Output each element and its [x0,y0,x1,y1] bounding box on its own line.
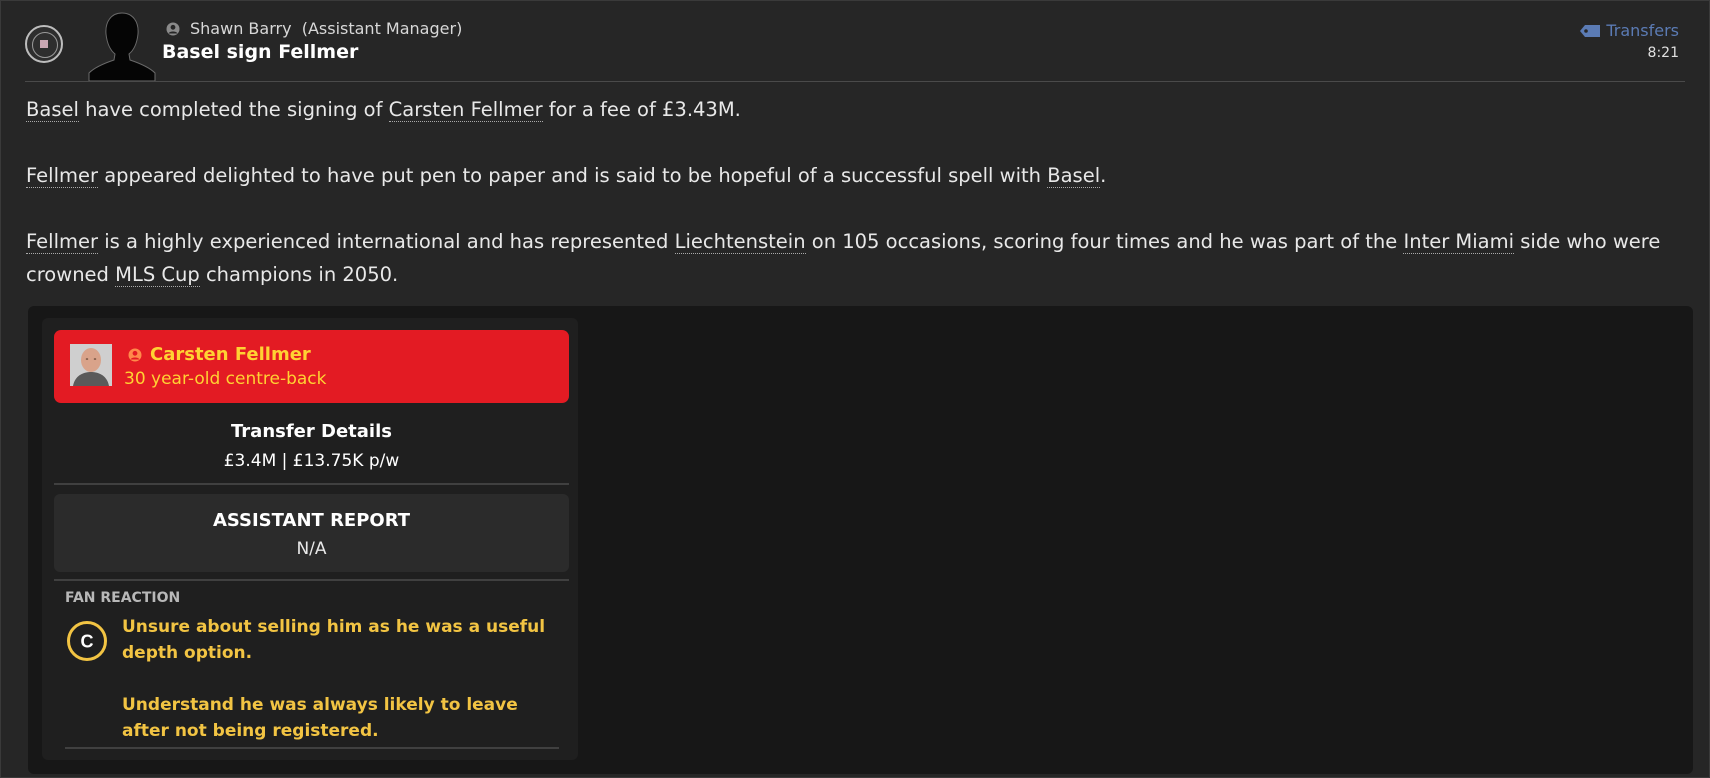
article-text: . [1100,164,1107,187]
fan-reaction-line: Understand he was always likely to leave… [122,695,518,741]
sender-name[interactable]: Shawn Barry (Assistant Manager) [190,19,462,38]
club-link-basel[interactable]: Basel [26,98,79,122]
news-headline: Basel sign Fellmer [162,41,359,63]
assistant-report-title: ASSISTANT REPORT [212,510,411,531]
fan-reaction-line: Unsure about selling him as he was a use… [122,617,546,663]
player-description: 30 year-old centre-back [124,369,327,389]
article-text: for a fee of £3.43M. [542,98,741,121]
transfer-card: Carsten Fellmer 30 year-old centre-back … [42,318,578,760]
person-icon [128,348,142,362]
article-text: have completed the signing of [78,98,389,121]
article-text: champions in 2050. [199,263,399,286]
divider [54,483,569,485]
fan-grade-letter: C [81,632,94,652]
transfer-panel: Carsten Fellmer 30 year-old centre-back … [28,306,1693,774]
club-link-inter-miami[interactable]: Inter Miami [1403,230,1515,254]
staff-silhouette-icon[interactable] [87,11,157,81]
player-name[interactable]: Carsten Fellmer [150,344,311,365]
assistant-report-value: N/A [296,539,327,559]
assistant-report-box: ASSISTANT REPORT N/A [54,494,569,572]
article-text: on 105 occasions, scoring four times and… [805,230,1404,253]
nation-link-liechtenstein[interactable]: Liechtenstein [674,230,806,254]
news-time: 8:21 [1647,45,1679,61]
transfer-details-value: £3.4M | £13.75K p/w [223,451,400,471]
divider [65,747,559,749]
transfer-details-title: Transfer Details [231,421,392,442]
article-paragraph: Fellmer appeared delighted to have put p… [26,159,1676,192]
club-badge-icon[interactable] [25,25,63,63]
person-icon [166,22,180,36]
competition-link-mls-cup[interactable]: MLS Cup [115,263,200,287]
club-link-basel[interactable]: Basel [1047,164,1101,188]
player-link-fellmer[interactable]: Carsten Fellmer [388,98,543,122]
player-link-fellmer[interactable]: Fellmer [26,230,98,254]
category-label: Transfers [1606,21,1679,40]
player-face-icon [70,344,112,386]
divider [54,579,569,581]
grade-c-icon: C [67,621,107,661]
player-banner[interactable]: Carsten Fellmer 30 year-old centre-back [54,330,569,403]
category-link[interactable]: Transfers [1580,21,1679,40]
fan-reaction-title: FAN REACTION [65,590,181,606]
article-paragraph: Fellmer is a highly experienced internat… [26,225,1676,291]
player-link-fellmer[interactable]: Fellmer [26,164,98,188]
article-text: appeared delighted to have put pen to pa… [98,164,1048,187]
article-body: Basel have completed the signing of Cars… [26,93,1676,324]
article-text: is a highly experienced international an… [98,230,675,253]
tag-icon [1580,24,1601,37]
article-paragraph: Basel have completed the signing of Cars… [26,93,1676,126]
